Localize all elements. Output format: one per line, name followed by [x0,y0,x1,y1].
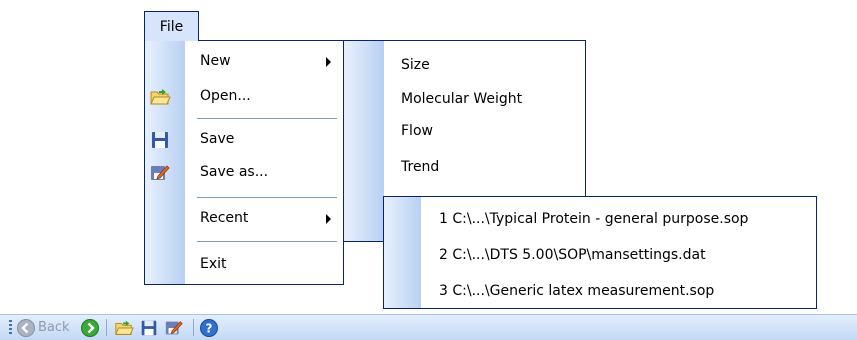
menu-item-save-as-label: Save as... [200,164,269,180]
open-folder-icon [150,89,171,105]
new-item-size[interactable]: Size [401,49,430,81]
menu-item-new[interactable]: New [145,45,343,77]
save-disk-icon [152,132,168,148]
menu-item-open[interactable]: Open... [145,80,343,112]
back-label: Back [38,320,70,335]
menu-item-open-label: Open... [200,88,251,104]
menu-item-exit[interactable]: Exit [145,248,343,280]
menu-item-exit-label: Exit [200,256,227,272]
open-folder-icon[interactable] [113,318,135,338]
new-item-molecular-weight[interactable]: Molecular Weight [401,83,522,115]
menu-file-label: File [159,18,184,35]
menu-item-recent-label: Recent [200,210,249,226]
menu-icon-gutter [384,197,421,308]
back-icon [17,319,35,337]
new-item-flow[interactable]: Flow [401,115,433,147]
save-as-icon[interactable] [163,318,185,338]
menu-item-save-as[interactable]: Save as... [145,156,343,188]
recent-submenu: 1 C:\...\Typical Protein - general purpo… [383,196,817,309]
recent-item-2[interactable]: 2 C:\...\DTS 5.00\SOP\mansettings.dat [439,239,706,271]
menu-separator [197,118,337,119]
toolbar: Back ? [0,314,857,340]
menu-item-new-label: New [200,53,231,69]
menu-item-recent[interactable]: Recent [145,202,343,234]
menu-item-save[interactable]: Save [145,123,343,155]
toolbar-separator [193,319,194,336]
svg-text:?: ? [206,322,213,336]
help-icon[interactable]: ? [199,318,219,338]
menu-item-save-label: Save [200,131,235,147]
toolbar-separator [106,319,107,336]
submenu-arrow-icon [326,214,331,224]
menu-file-tab[interactable]: File [144,11,199,41]
recent-item-1[interactable]: 1 C:\...\Typical Protein - general purpo… [439,203,748,235]
save-as-icon [151,165,170,180]
save-disk-icon[interactable] [139,318,159,338]
menu-separator [197,197,337,198]
new-item-trend[interactable]: Trend [401,151,439,183]
menu-separator [197,241,337,242]
recent-item-3[interactable]: 3 C:\...\Generic latex measurement.sop [439,275,714,307]
toolbar-grip[interactable] [9,320,12,336]
menu-icon-gutter [344,41,384,241]
submenu-arrow-icon [326,57,331,67]
forward-icon[interactable] [80,318,100,338]
file-menu: New Open... Save Save as... Recent Exit [144,40,344,285]
